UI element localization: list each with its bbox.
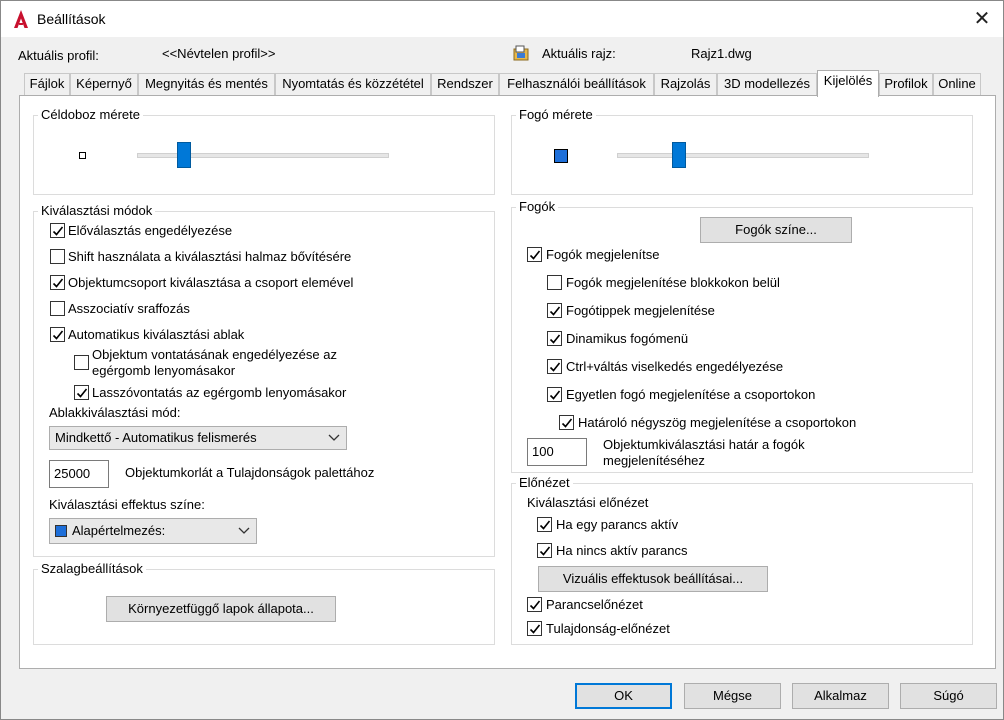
command-preview-checkbox[interactable] xyxy=(527,597,542,612)
effect-color-select[interactable]: Alapértelmezés: xyxy=(49,518,257,544)
tab-display[interactable]: Képernyő xyxy=(70,73,138,95)
ribbon-options-title: Szalagbeállítások xyxy=(38,561,146,576)
drawing-label: Aktuális rajz: xyxy=(542,46,616,61)
object-group-label: Objektumcsoport kiválasztása a csoport e… xyxy=(68,275,354,290)
tab-selection[interactable]: Kijelölés xyxy=(817,70,879,97)
grip-size-title: Fogó mérete xyxy=(516,107,596,122)
object-limit-label: Objektumkorlát a Tulajdonságok palettáho… xyxy=(125,465,375,480)
grip-size-track[interactable] xyxy=(617,153,869,158)
window-mode-select[interactable]: Mindkettő - Automatikus felismerés xyxy=(49,426,347,450)
window-mode-value: Mindkettő - Automatikus felismerés xyxy=(55,430,257,445)
grip-tips-label: Fogótippek megjelenítése xyxy=(566,303,715,318)
implied-windowing-checkbox[interactable] xyxy=(50,327,65,342)
cancel-button[interactable]: Mégse xyxy=(684,683,781,709)
pickbox-preview xyxy=(79,152,86,159)
bounding-box-groups-checkbox[interactable] xyxy=(559,415,574,430)
shift-add-checkbox[interactable] xyxy=(50,249,65,264)
grip-object-limit-input[interactable]: 100 xyxy=(527,438,587,466)
lasso-label: Lasszóvontatás az egérgomb lenyomásakor xyxy=(92,385,347,400)
preselection-label: Előválasztás engedélyezése xyxy=(68,223,233,238)
chevron-down-icon xyxy=(238,527,250,534)
selection-tab-panel: Céldoboz mérete Kiválasztási módok Elővá… xyxy=(19,95,996,669)
profile-value: <<Névtelen profil>> xyxy=(162,46,276,61)
apply-button[interactable]: Alkalmaz xyxy=(792,683,889,709)
pickbox-size-track[interactable] xyxy=(137,153,389,158)
grips-title: Fogók xyxy=(516,199,559,214)
press-drag-label: Objektum vontatásának engedélyezése az e… xyxy=(92,347,337,378)
contextual-tab-states-button[interactable]: Környezetfüggő lapok állapota... xyxy=(106,596,336,622)
single-grip-groups-label: Egyetlen fogó megjelenítése a csoportoko… xyxy=(566,387,816,402)
bounding-box-groups-label: Határoló négyszög megjelenítése a csopor… xyxy=(578,415,857,430)
selection-preview-subtitle: Kiválasztási előnézet xyxy=(527,495,649,510)
grips-in-blocks-label: Fogók megjelenítése blokkokon belül xyxy=(566,275,780,290)
property-preview-checkbox[interactable] xyxy=(527,621,542,636)
dynamic-grip-menu-checkbox[interactable] xyxy=(547,331,562,346)
ctrl-cycling-checkbox[interactable] xyxy=(547,359,562,374)
associative-hatch-checkbox[interactable] xyxy=(50,301,65,316)
profile-label: Aktuális profil: xyxy=(18,48,99,63)
close-icon[interactable]: ✕ xyxy=(963,5,1001,33)
associative-hatch-label: Asszociatív sraffozás xyxy=(68,301,190,316)
grip-object-limit-label-line1: Objektumkiválasztási határ a fogók xyxy=(603,437,805,452)
chevron-down-icon xyxy=(328,434,340,441)
pickbox-size-title: Céldoboz mérete xyxy=(38,107,143,122)
title-bar: Beállítások ✕ xyxy=(1,1,1003,37)
drawing-value: Rajz1.dwg xyxy=(691,46,752,61)
shift-add-label: Shift használata a kiválasztási halmaz b… xyxy=(68,249,352,264)
tab-online[interactable]: Online xyxy=(933,73,981,95)
preview-no-command-label: Ha nincs aktív parancs xyxy=(556,543,688,558)
object-group-checkbox[interactable] xyxy=(50,275,65,290)
grip-colors-button[interactable]: Fogók színe... xyxy=(700,217,852,243)
effect-color-value: Alapértelmezés: xyxy=(72,523,166,538)
tab-system[interactable]: Rendszer xyxy=(431,73,499,95)
dynamic-grip-menu-label: Dinamikus fogómenü xyxy=(566,331,689,346)
tab-files[interactable]: Fájlok xyxy=(24,73,70,95)
grip-object-limit-label-line2: megjelenítéséhez xyxy=(603,453,705,468)
selection-modes-title: Kiválasztási módok xyxy=(38,203,156,218)
command-preview-label: Parancselőnézet xyxy=(546,597,643,612)
single-grip-groups-checkbox[interactable] xyxy=(547,387,562,402)
lasso-checkbox[interactable] xyxy=(74,385,89,400)
tab-3d-modeling[interactable]: 3D modellezés xyxy=(717,73,817,95)
window-title: Beállítások xyxy=(37,11,106,27)
show-grips-label: Fogók megjelenítse xyxy=(546,247,660,262)
tab-user-preferences[interactable]: Felhasználói beállítások xyxy=(499,73,654,95)
settings-dialog: Beállítások ✕ Aktuális profil: <<Névtele… xyxy=(0,0,1004,720)
preselection-checkbox[interactable] xyxy=(50,223,65,238)
implied-windowing-label: Automatikus kiválasztási ablak xyxy=(68,327,245,342)
pickbox-size-slider-thumb[interactable] xyxy=(177,142,192,168)
grip-size-slider-thumb[interactable] xyxy=(671,142,686,168)
press-drag-checkbox[interactable] xyxy=(74,355,89,370)
preview-active-command-label: Ha egy parancs aktív xyxy=(556,517,679,532)
effect-color-label: Kiválasztási effektus színe: xyxy=(49,497,205,512)
property-preview-label: Tulajdonság-előnézet xyxy=(546,621,670,636)
show-grips-checkbox[interactable] xyxy=(527,247,542,262)
drawing-file-icon xyxy=(513,45,529,61)
visual-effect-settings-button[interactable]: Vizuális effektusok beállításai... xyxy=(538,566,768,592)
preview-title: Előnézet xyxy=(516,475,573,490)
preview-active-command-checkbox[interactable] xyxy=(537,517,552,532)
tab-profiles[interactable]: Profilok xyxy=(879,73,933,95)
ok-button[interactable]: OK xyxy=(575,683,672,709)
preview-no-command-checkbox[interactable] xyxy=(537,543,552,558)
tab-plot-publish[interactable]: Nyomtatás és közzététel xyxy=(275,73,431,95)
autocad-logo-icon xyxy=(14,10,28,28)
grips-in-blocks-checkbox[interactable] xyxy=(547,275,562,290)
color-swatch xyxy=(55,525,67,537)
tab-open-save[interactable]: Megnyitás és mentés xyxy=(138,73,275,95)
help-button[interactable]: Súgó xyxy=(900,683,997,709)
tab-drafting[interactable]: Rajzolás xyxy=(654,73,717,95)
grip-preview xyxy=(554,149,568,163)
window-mode-label: Ablakkiválasztási mód: xyxy=(49,405,181,420)
ctrl-cycling-label: Ctrl+váltás viselkedés engedélyezése xyxy=(566,359,784,374)
object-limit-input[interactable]: 25000 xyxy=(49,460,109,488)
grip-tips-checkbox[interactable] xyxy=(547,303,562,318)
